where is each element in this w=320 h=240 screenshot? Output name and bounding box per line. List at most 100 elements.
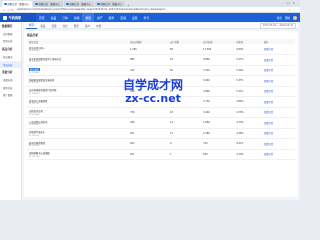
tab-overview[interactable]: 概况 [26, 23, 38, 29]
view-detail-link[interactable]: 查看详情 [261, 86, 295, 97]
product-name[interactable]: 护肤精华液补水 [29, 131, 45, 134]
view-detail-link[interactable]: 查看详情 [261, 117, 295, 129]
metric-cell: 1,265 [128, 44, 169, 55]
messages-link[interactable]: 消息 [277, 16, 282, 20]
tab-favicon-icon [35, 2, 38, 6]
tab-favicon-icon [97, 2, 100, 6]
metric-cell: 40 [168, 65, 202, 76]
nav-right: 消息 帮助 [277, 13, 297, 22]
app-top-nav: 千帆商家 首页 商品 订单 营销 数据 资产 服务 店铺 设置 学习 消息 帮助 [0, 13, 300, 22]
browser-tab-strip: 商家后台 · 数据中心 商家后台 · 数据中心 商家后台 · 数据中心 商家后台… [0, 0, 300, 7]
product-name[interactable]: 新品推荐 [29, 67, 41, 72]
nav-item[interactable]: 店铺 [117, 16, 129, 20]
metric-cell: 3,240 [201, 107, 235, 118]
product-name[interactable]: 运动休闲鞋轻便透气跑步鞋 [29, 89, 57, 92]
watermark-line2: zx-cc.net [125, 92, 181, 105]
nav-item[interactable]: 设置 [129, 16, 141, 20]
sidebar-item[interactable]: 经营分析 [0, 38, 21, 46]
view-detail-link[interactable]: 查看详情 [261, 96, 295, 108]
product-name-cell[interactable]: 商品名称示例一 ID 100245 [27, 44, 129, 55]
tab-traffic[interactable]: 流量 [48, 23, 59, 29]
browser-tab-label: 商家后台 · 数据中心 [69, 3, 91, 6]
nav-item[interactable]: 商品 [48, 16, 60, 20]
nav-item[interactable]: 订单 [59, 16, 71, 20]
table-row: 护肤精华液补水 ID 101052 251 11 1,980 4.38% 查看详情 [27, 128, 295, 139]
view-detail-link[interactable]: 查看详情 [261, 138, 295, 150]
product-name[interactable]: 无线蓝牙耳机 [29, 110, 43, 113]
view-detail-link[interactable]: 查看详情 [261, 54, 295, 66]
metric-cell: 52 [168, 54, 202, 66]
tab-service[interactable]: 服务 [71, 23, 82, 29]
browser-menu-icon[interactable]: ☆⋮ [288, 8, 297, 12]
product-name-cell[interactable]: 厨房收纳置物架 ID 101187 [27, 138, 129, 150]
nav-item[interactable]: 首页 [36, 16, 48, 20]
product-name-cell[interactable]: 无线蓝牙耳机 ID 100826 [27, 107, 129, 118]
logo-text: 千帆商家 [8, 16, 22, 20]
sidebar-item-active[interactable]: 单品分析 [0, 60, 21, 69]
date-range-picker[interactable]: 2023-05-01 ~ 2023-05-31 [259, 22, 296, 29]
analysis-panel: 商品分析 商品信息 商品访客数 支付件数 支付金额 转化率 操作 商品名称示例一… [24, 31, 298, 197]
tab-content[interactable]: 内容 [93, 23, 104, 29]
url-field[interactable]: upstorefront.com/dm/dashboard_product?ta… [17, 8, 272, 11]
sidebar-item[interactable]: 搜索分析 [0, 84, 21, 92]
sidebar-group-title: 流量分析 [2, 71, 13, 75]
product-id: ID 100826 [29, 113, 40, 116]
product-name-cell[interactable]: 新品推荐 ID 100402 [27, 65, 129, 76]
help-link[interactable]: 帮助 [285, 16, 290, 20]
product-name-cell[interactable]: 保温杯大容量便携 ID 100711 [27, 96, 129, 108]
view-detail-link[interactable]: 查看详情 [261, 44, 295, 55]
metric-cell: 5,940 [201, 75, 235, 87]
product-name-cell[interactable]: 运动休闲鞋轻便透气跑步鞋 ID 100603 [27, 86, 129, 97]
logo-mark-icon [3, 15, 7, 20]
metric-cell: 4,860 [201, 86, 235, 97]
product-name-cell[interactable]: 儿童益智玩具积木 ID 100934 [27, 117, 129, 129]
sidebar-item[interactable]: 流量来源 [0, 76, 21, 84]
metric-cell: 630 [201, 149, 235, 160]
product-id: ID 100245 [29, 50, 40, 53]
browser-tab-label: 商家后台 · 数据中心 [100, 3, 122, 6]
metric-cell: 5.27% [234, 54, 262, 66]
metric-cell: 4.70% [234, 117, 262, 129]
product-name-cell[interactable]: 宠物猫粮全价成猫粮 ID 101263 [27, 149, 129, 160]
sidebar-item[interactable]: 推广数据 [0, 92, 21, 100]
view-detail-link[interactable]: 查看详情 [261, 107, 295, 118]
app-logo[interactable]: 千帆商家 [0, 13, 36, 22]
panel-title: 商品分析 [27, 33, 39, 37]
watermark: 自学成才网 zx-cc.net [118, 78, 188, 112]
sidebar: 数据概况 实时数据 经营分析 商品分析 商品概况 单品分析 流量分析 流量来源 … [0, 22, 22, 200]
metric-cell: 204 [128, 138, 169, 150]
view-detail-link[interactable]: 查看详情 [261, 128, 295, 139]
metric-cell: 5.37% [234, 75, 262, 87]
tab-customer[interactable]: 客户 [82, 23, 93, 29]
browser-nav-icons[interactable]: ←→↻ [3, 8, 15, 12]
metric-cell: 298 [128, 117, 169, 129]
tab-trade[interactable]: 交易 [60, 23, 71, 29]
view-detail-link[interactable]: 查看详情 [261, 149, 295, 160]
sidebar-group-title: 数据概况 [2, 25, 13, 28]
product-name-cell[interactable]: 秋冬新款保暖外套男士休闲夹克 ID 100318 [27, 54, 129, 66]
product-name[interactable]: 宠物猫粮全价成猫粮 [29, 152, 50, 155]
product-id: ID 100603 [29, 92, 40, 95]
browser-tab-label: 商家后台 · 数据中心 [38, 3, 60, 6]
metric-cell: 6.80% [234, 44, 262, 55]
nav-item[interactable]: 服务 [106, 16, 118, 20]
metric-cell: 4.79% [234, 107, 262, 118]
tab-product[interactable]: 商品 [37, 23, 48, 29]
view-detail-link[interactable]: 查看详情 [261, 75, 295, 87]
product-name-cell[interactable]: 护肤精华液补水 ID 101052 [27, 128, 129, 139]
nav-item[interactable]: 营销 [71, 16, 83, 20]
nav-item[interactable]: 资产 [94, 16, 106, 20]
product-id: ID 100711 [29, 103, 40, 105]
nav-item-active[interactable]: 数据 [82, 13, 95, 22]
avatar[interactable] [293, 15, 297, 20]
metric-cell: 1,680 [201, 117, 235, 129]
sidebar-group-title: 商品分析 [2, 48, 13, 52]
sidebar-item[interactable]: 实时数据 [0, 30, 21, 38]
sidebar-item[interactable]: 商品概况 [0, 53, 21, 61]
product-name-cell[interactable]: 纯棉家居服套装女春秋款 ID 100517 [27, 75, 129, 87]
view-detail-link[interactable]: 查看详情 [261, 65, 295, 76]
nav-item[interactable]: 学习 [140, 16, 152, 20]
metric-cell: 2,730 [201, 96, 235, 108]
metric-cell: 7,520 [201, 65, 235, 76]
window-controls[interactable]: –□× [282, 1, 298, 5]
